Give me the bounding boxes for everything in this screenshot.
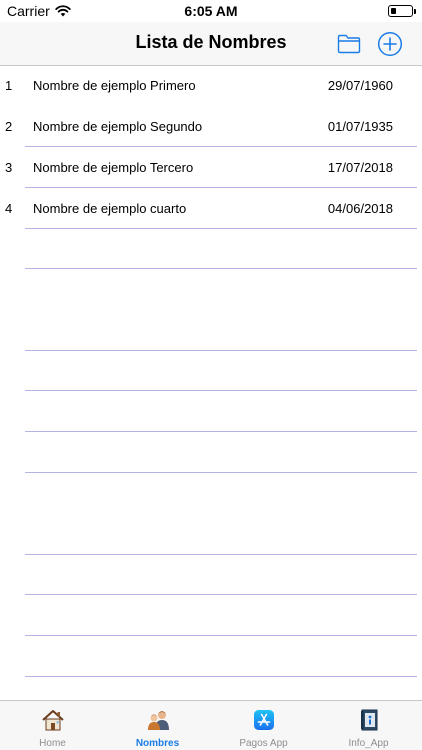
row-separator bbox=[25, 268, 417, 269]
navigation-bar: Lista de Nombres bbox=[0, 22, 422, 66]
folder-icon bbox=[337, 34, 361, 54]
row-number: 1 bbox=[5, 78, 13, 93]
row-separator bbox=[25, 676, 417, 677]
add-button[interactable] bbox=[376, 30, 404, 58]
row-separator bbox=[25, 390, 417, 391]
row-separator bbox=[25, 187, 417, 188]
tab-nombres[interactable]: Nombres bbox=[105, 701, 210, 750]
row-number: 4 bbox=[5, 201, 13, 216]
row-separator bbox=[25, 472, 417, 473]
row-name: Nombre de ejemplo Primero bbox=[33, 78, 196, 93]
list-item[interactable]: 4 Nombre de ejemplo cuarto 04/06/2018 bbox=[0, 189, 422, 230]
house-icon bbox=[41, 710, 64, 731]
row-date: 29/07/1960 bbox=[327, 78, 393, 93]
plus-circle-icon bbox=[377, 31, 403, 57]
row-name: Nombre de ejemplo cuarto bbox=[33, 201, 187, 216]
row-separator bbox=[25, 554, 417, 555]
list-item[interactable]: 2 Nombre de ejemplo Segundo 01/07/1935 bbox=[0, 107, 422, 148]
tab-label: Pagos App bbox=[239, 738, 288, 749]
info-book-icon bbox=[360, 709, 377, 731]
list-item[interactable]: 3 Nombre de ejemplo Tercero 17/07/2018 bbox=[0, 148, 422, 189]
tab-home[interactable]: Home bbox=[0, 701, 105, 750]
tab-bar: Home Nombres Pagos App Info_App bbox=[0, 700, 422, 750]
battery-icon bbox=[388, 5, 416, 17]
app-store-icon bbox=[253, 710, 274, 730]
row-separator bbox=[25, 228, 417, 229]
row-separator bbox=[25, 431, 417, 432]
folder-button[interactable] bbox=[335, 30, 363, 58]
row-date: 04/06/2018 bbox=[327, 201, 393, 216]
people-icon bbox=[147, 711, 169, 730]
row-date: 01/07/1935 bbox=[327, 119, 393, 134]
row-separator bbox=[25, 350, 417, 351]
status-bar: Carrier 6:05 AM bbox=[0, 0, 422, 22]
clock: 6:05 AM bbox=[184, 3, 238, 19]
row-name: Nombre de ejemplo Segundo bbox=[33, 119, 203, 134]
battery-level bbox=[391, 8, 396, 14]
row-separator bbox=[25, 635, 417, 636]
row-separator bbox=[25, 146, 417, 147]
tab-pagos-app[interactable]: Pagos App bbox=[211, 701, 316, 750]
tab-label: Info_App bbox=[348, 738, 389, 749]
list-item[interactable]: 1 Nombre de ejemplo Primero 29/07/1960 bbox=[0, 66, 422, 107]
row-date: 17/07/2018 bbox=[327, 160, 393, 175]
tab-label: Home bbox=[39, 738, 66, 749]
row-number: 3 bbox=[5, 160, 13, 175]
row-number: 2 bbox=[5, 119, 13, 134]
tab-label: Nombres bbox=[135, 738, 180, 749]
row-name: Nombre de ejemplo Tercero bbox=[33, 160, 194, 175]
row-separator bbox=[25, 594, 417, 595]
tab-info-app[interactable]: Info_App bbox=[316, 701, 421, 750]
